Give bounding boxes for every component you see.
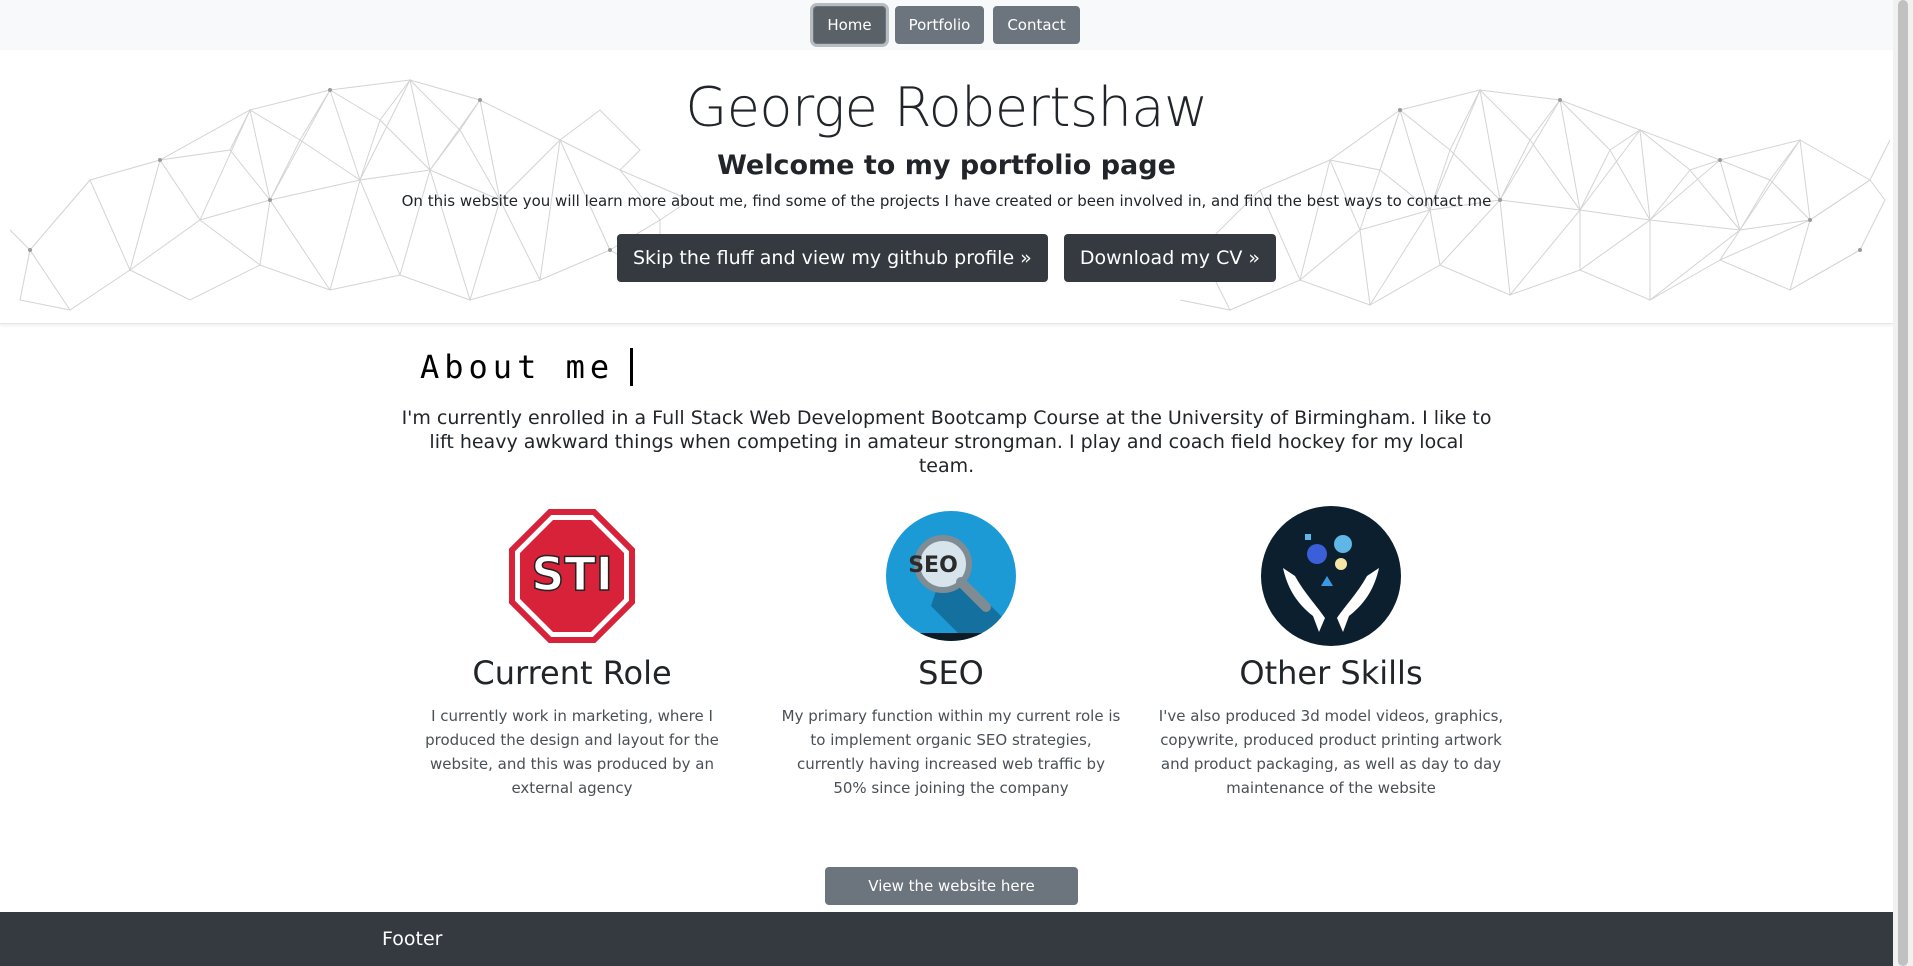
about-heading: About me — [420, 348, 634, 386]
svg-text:STI: STI — [531, 547, 613, 601]
hero-jumbotron: George Robertshaw Welcome to my portfoli… — [0, 50, 1893, 324]
top-nav: Home Portfolio Contact — [0, 0, 1893, 50]
nav-portfolio-button[interactable]: Portfolio — [894, 6, 985, 44]
skill-title: SEO — [918, 654, 984, 692]
skill-description: My primary function within my current ro… — [781, 707, 1121, 797]
seo-magnifier-icon: SEO — [886, 511, 1016, 641]
about-text: I'm currently enrolled in a Full Stack W… — [401, 407, 1492, 477]
skill-description: I currently work in marketing, where I p… — [425, 707, 719, 797]
nav-home-button[interactable]: Home — [813, 6, 886, 44]
svg-text:SEO: SEO — [908, 553, 958, 578]
skill-seo: SEO SEO My primary function within my cu… — [771, 506, 1131, 800]
footer: Footer — [0, 912, 1893, 966]
vertical-scrollbar[interactable] — [1893, 0, 1913, 966]
nav-contact-button[interactable]: Contact — [993, 6, 1080, 44]
footer-text: Footer — [382, 928, 443, 950]
about-heading-text: About me — [420, 348, 615, 386]
scrollbar-thumb[interactable] — [1898, 0, 1908, 966]
skill-current-role: STI Current Role I currently work in mar… — [392, 506, 752, 800]
typing-cursor — [630, 348, 634, 386]
skill-other: Other Skills I've also produced 3d model… — [1151, 506, 1511, 800]
hands-ideas-icon — [1261, 506, 1401, 646]
page-title: George Robertshaw — [685, 76, 1208, 139]
skill-description: I've also produced 3d model videos, grap… — [1158, 707, 1504, 797]
skill-title: Current Role — [472, 654, 672, 692]
intro-text: On this website you will learn more abou… — [401, 192, 1492, 210]
download-cv-button[interactable]: Download my CV » — [1063, 234, 1277, 282]
github-profile-button[interactable]: Skip the fluff and view my github profil… — [616, 234, 1048, 282]
stop-sign-icon: STI — [509, 509, 635, 643]
skill-title: Other Skills — [1239, 654, 1423, 692]
hero-button-group: Skip the fluff and view my github profil… — [0, 234, 1893, 282]
view-website-button[interactable]: View the website here — [825, 867, 1078, 905]
welcome-heading: Welcome to my portfolio page — [717, 150, 1176, 181]
